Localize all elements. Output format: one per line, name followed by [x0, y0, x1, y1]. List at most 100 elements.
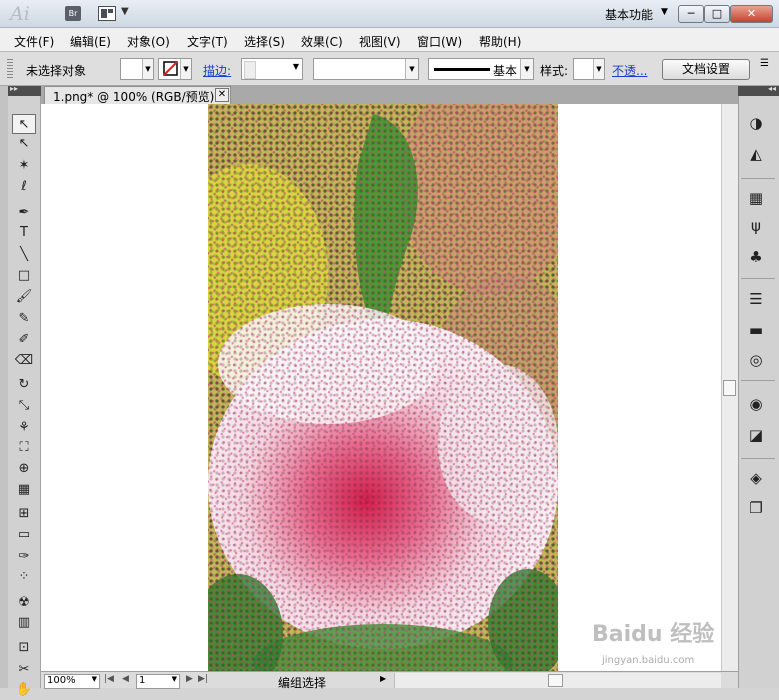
line-tool-icon[interactable]: ╲	[12, 245, 36, 265]
zoom-level-select[interactable]: 100% ▼	[44, 674, 100, 689]
menu-view[interactable]: 视图(V)	[359, 33, 401, 50]
chevron-down-icon[interactable]: ▼	[293, 62, 299, 71]
appearance-panel-icon[interactable]: ◉	[744, 393, 768, 415]
chevron-down-icon[interactable]: ▼	[180, 59, 191, 79]
stroke-panel-link[interactable]: 描边:	[203, 62, 231, 79]
graphic-styles-panel-icon[interactable]: ◪	[744, 424, 768, 446]
horizontal-scroll-thumb[interactable]	[548, 674, 563, 687]
graphic-style-swatch[interactable]: ▼	[573, 58, 605, 80]
artboard-tool-icon[interactable]: ⊡	[12, 638, 36, 658]
menu-type[interactable]: 文字(T)	[187, 33, 228, 50]
artboard-number-value: 1	[139, 675, 146, 686]
next-artboard-icon[interactable]: ▶	[186, 674, 193, 684]
perspective-grid-tool-icon[interactable]: ▦	[12, 480, 36, 500]
brush-definition-select[interactable]: 基本 ▼	[428, 58, 534, 80]
artboards-panel-icon[interactable]: ❐	[744, 497, 768, 519]
color-guide-panel-icon[interactable]: ◭	[744, 143, 768, 165]
hand-tool-icon[interactable]: ✋	[12, 680, 36, 700]
chevron-down-icon[interactable]: ▼	[405, 59, 418, 79]
blend-tool-icon[interactable]: ⁘	[12, 567, 36, 587]
vertical-scroll-thumb[interactable]	[723, 380, 736, 396]
paintbrush-tool-icon[interactable]: 🖌	[12, 287, 36, 307]
minimize-button[interactable]: ─	[678, 5, 704, 23]
close-tab-icon[interactable]: ✕	[215, 88, 229, 102]
maximize-button[interactable]: □	[704, 5, 730, 23]
opacity-panel-link[interactable]: 不透...	[612, 62, 647, 79]
eyedropper-tool-icon[interactable]: ✑	[12, 547, 36, 567]
status-text[interactable]: 编组选择	[278, 674, 326, 691]
chevron-down-icon[interactable]: ▼	[661, 7, 668, 17]
blob-brush-tool-icon[interactable]: ✐	[12, 330, 36, 350]
menu-help[interactable]: 帮助(H)	[479, 33, 521, 50]
panel-divider	[741, 380, 775, 381]
rectangle-tool-icon[interactable]: □	[12, 266, 36, 286]
gradient-tool-icon[interactable]: ▭	[12, 525, 36, 545]
chevron-down-icon[interactable]: ▼	[520, 59, 533, 79]
chevron-down-icon[interactable]: ▼	[121, 6, 129, 17]
status-menu-icon[interactable]: ▶	[380, 674, 386, 683]
fill-color-swatch[interactable]: ▼	[120, 58, 154, 80]
halftone-rose-image[interactable]	[208, 104, 558, 671]
stroke-panel-icon[interactable]: ☰	[744, 288, 768, 310]
expand-panels-icon[interactable]: ◂◂	[768, 84, 776, 93]
stroke-weight-stepper[interactable]	[244, 61, 256, 79]
eraser-tool-icon[interactable]: ⌫	[12, 351, 36, 371]
panel-grip[interactable]	[7, 59, 13, 79]
right-panel-dock	[738, 86, 779, 688]
chevron-down-icon[interactable]: ▼	[92, 675, 97, 683]
gradient-panel-icon[interactable]: ▬	[744, 319, 768, 341]
brush-label: 基本	[493, 64, 518, 78]
right-dock-header[interactable]: ◂◂	[738, 84, 779, 96]
pencil-tool-icon[interactable]: ✎	[12, 309, 36, 329]
shape-builder-tool-icon[interactable]: ⊕	[12, 459, 36, 479]
chevron-down-icon[interactable]: ▼	[172, 675, 177, 683]
selection-tool-icon[interactable]: ↖	[12, 114, 36, 134]
variable-width-profile-select[interactable]: ▼	[313, 58, 419, 80]
stroke-weight-field[interactable]: ▼	[241, 58, 303, 80]
swatches-panel-icon[interactable]: ▦	[744, 187, 768, 209]
last-artboard-icon[interactable]: ▶|	[198, 674, 208, 684]
rotate-tool-icon[interactable]: ↻	[12, 375, 36, 395]
symbol-sprayer-tool-icon[interactable]: ☢	[12, 593, 36, 613]
chevron-down-icon[interactable]: ▼	[593, 59, 604, 79]
menu-window[interactable]: 窗口(W)	[417, 33, 462, 50]
artboard-number-select[interactable]: 1 ▼	[136, 674, 180, 689]
menu-file[interactable]: 文件(F)	[14, 33, 54, 50]
collapse-icon[interactable]: ▸▸	[10, 84, 18, 93]
transparency-panel-icon[interactable]: ◎	[744, 349, 768, 371]
panel-divider	[741, 458, 775, 459]
symbols-panel-icon[interactable]: ♣	[744, 246, 768, 268]
document-tab[interactable]: 1.png* @ 100% (RGB/预览) ✕	[44, 86, 231, 104]
mesh-tool-icon[interactable]: ⊞	[12, 504, 36, 524]
tools-panel-header[interactable]: ▸▸	[8, 84, 41, 96]
panel-menu-icon[interactable]: ☰	[760, 58, 769, 69]
magic-wand-tool-icon[interactable]: ✶	[12, 156, 36, 176]
close-button[interactable]: ✕	[730, 5, 773, 23]
style-label: 样式:	[540, 64, 569, 78]
no-stroke-icon	[163, 61, 178, 76]
menu-select[interactable]: 选择(S)	[244, 33, 285, 50]
brushes-panel-icon[interactable]: ψ	[744, 215, 768, 237]
layers-panel-icon[interactable]: ◈	[744, 467, 768, 489]
workspace-switcher[interactable]: 基本功能	[605, 6, 653, 23]
bridge-button[interactable]: Br	[65, 6, 81, 21]
menu-effect[interactable]: 效果(C)	[301, 33, 343, 50]
lasso-tool-icon[interactable]: ℓ	[12, 177, 36, 197]
menu-object[interactable]: 对象(O)	[127, 33, 170, 50]
chevron-down-icon[interactable]: ▼	[142, 59, 153, 79]
stroke-color-swatch[interactable]: ▼	[158, 58, 192, 80]
color-panel-icon[interactable]: ◑	[744, 112, 768, 134]
pen-tool-icon[interactable]: ✒	[12, 203, 36, 223]
menu-edit[interactable]: 编辑(E)	[70, 33, 111, 50]
scale-tool-icon[interactable]: ⤡	[12, 396, 36, 416]
direct-selection-tool-icon[interactable]: ↖	[12, 134, 36, 154]
free-transform-tool-icon[interactable]: ⛶	[12, 438, 36, 458]
type-tool-icon[interactable]: T	[12, 223, 36, 243]
previous-artboard-icon[interactable]: ◀	[122, 674, 129, 684]
first-artboard-icon[interactable]: |◀	[104, 674, 114, 684]
column-graph-tool-icon[interactable]: ▥	[12, 613, 36, 633]
document-setup-button[interactable]: 文档设置	[662, 59, 750, 80]
slice-tool-icon[interactable]: ✂	[12, 660, 36, 680]
arrange-documents-button[interactable]	[98, 6, 116, 21]
warp-tool-icon[interactable]: ⚘	[12, 418, 36, 438]
